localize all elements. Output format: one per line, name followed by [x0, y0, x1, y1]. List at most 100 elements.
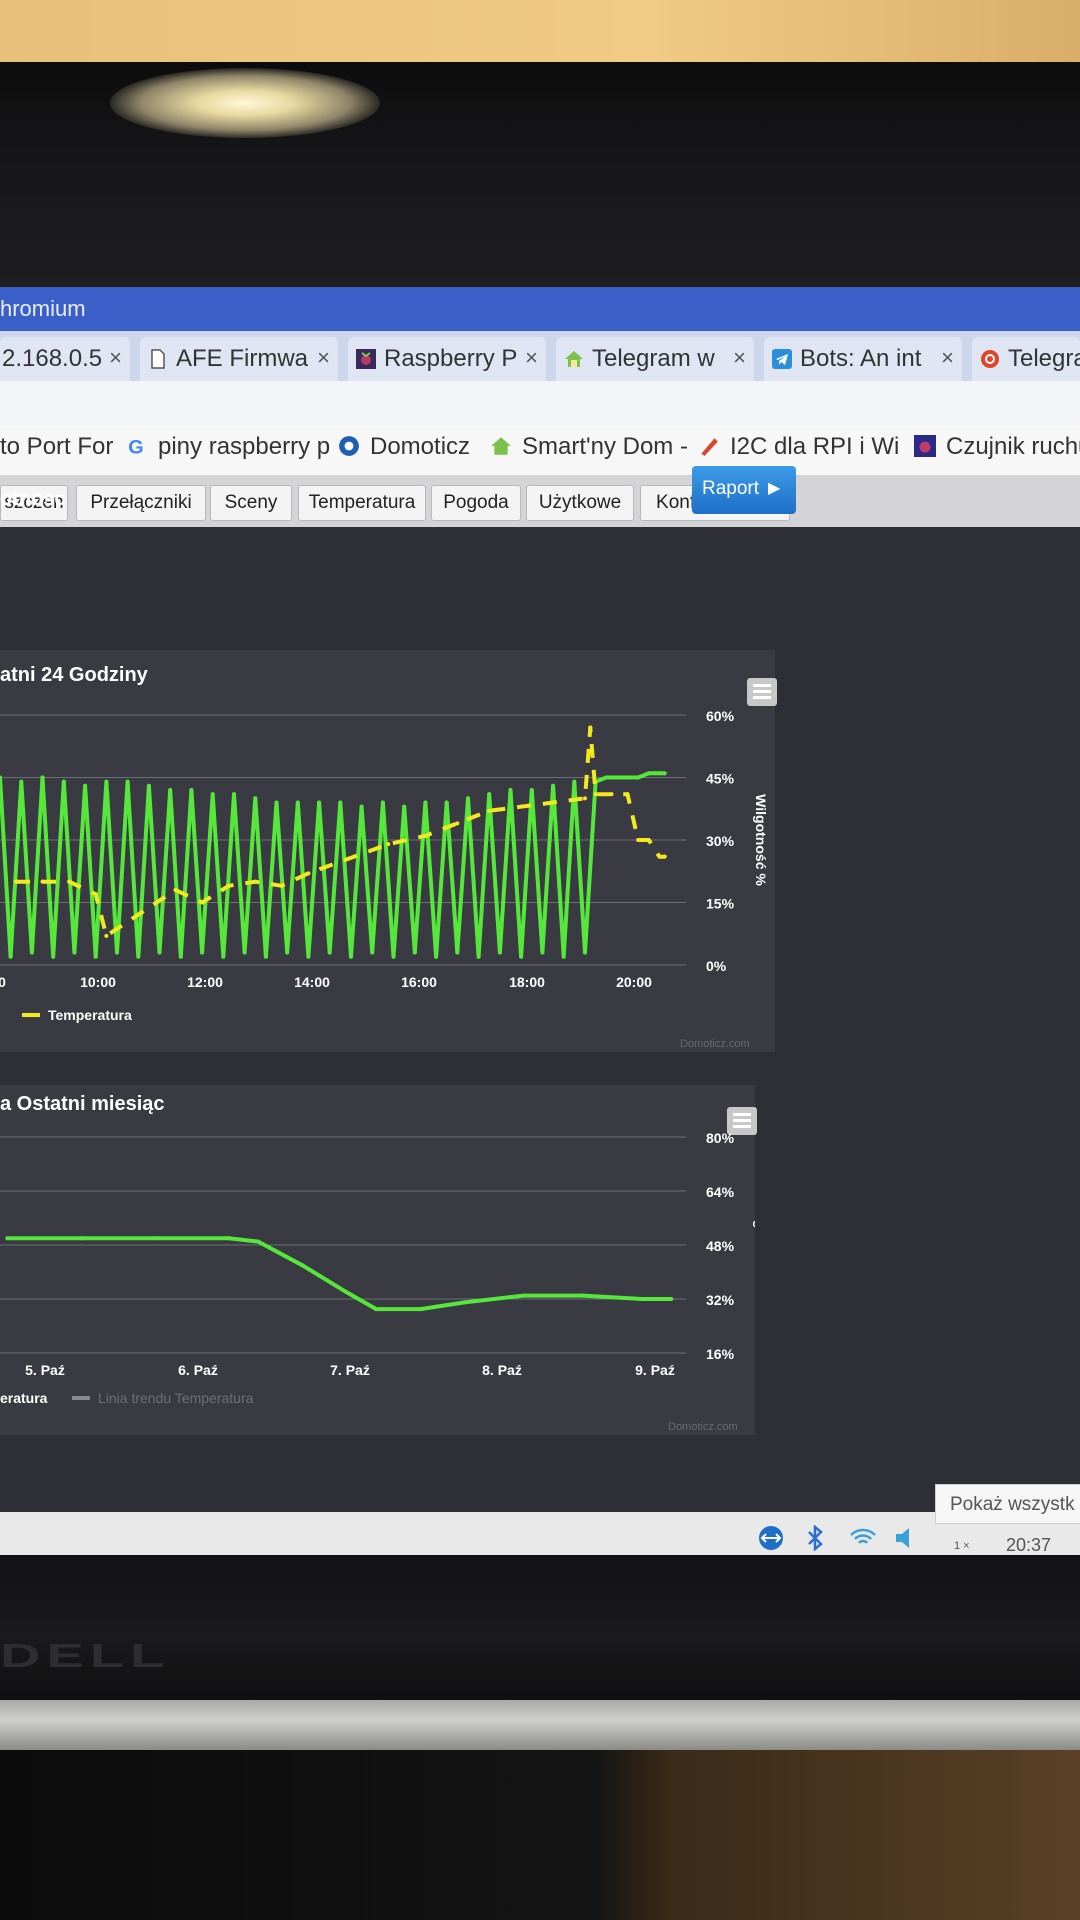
domoticz-nav-bar: szczeń Przełączniki Sceny Temperatura Po… — [0, 475, 1080, 527]
tab-afe-firmware[interactable]: AFE Firmwa × — [140, 337, 338, 381]
data-point — [306, 871, 311, 876]
x-tick-label: 14:00 — [294, 974, 330, 990]
data-point — [391, 954, 396, 959]
nav-label: Pogoda — [443, 492, 509, 513]
bookmark-port-forward[interactable]: to Port For — [0, 433, 113, 461]
data-point — [93, 892, 98, 897]
chart-panel-24h: atni 24 Godziny 60% 45% 30% 15% 0% Wilgotność… — [0, 650, 777, 1052]
tab-label: Telegra — [1008, 345, 1080, 372]
data-point — [317, 800, 322, 805]
nav-label: Sceny — [224, 492, 278, 513]
address-bar[interactable] — [0, 381, 1080, 426]
tab-close-icon[interactable]: × — [733, 345, 746, 371]
wifi-icon[interactable] — [848, 1525, 878, 1551]
tab-close-icon[interactable]: × — [109, 345, 122, 371]
legend-label: eratura — [0, 1390, 48, 1406]
y-tick-label: 48% — [706, 1238, 735, 1254]
bookmark-label: Czujnik ruchu — [946, 433, 1080, 460]
data-point — [79, 1236, 84, 1241]
data-point — [72, 950, 77, 955]
data-point — [374, 1307, 379, 1312]
data-point — [636, 775, 641, 780]
x-tick-label: 5. Paź — [25, 1362, 65, 1378]
chart-credits: Domoticz.com — [680, 1038, 750, 1050]
data-point — [521, 1293, 526, 1298]
monitor-bezel-bottom — [0, 1555, 1080, 1715]
tab-bots[interactable]: Bots: An int × — [764, 337, 962, 381]
volume-icon[interactable] — [892, 1525, 922, 1551]
data-point — [508, 788, 513, 792]
data-point — [455, 821, 460, 826]
x-tick-label: 12:00 — [187, 974, 223, 990]
y-tick-label: 60% — [706, 708, 735, 724]
tab-telegram[interactable]: Telegram w × — [556, 337, 754, 381]
data-point — [386, 842, 391, 847]
data-point — [359, 804, 364, 809]
page-title: otnosc — [0, 488, 66, 510]
tab-close-icon[interactable]: × — [317, 345, 330, 371]
data-point — [519, 954, 524, 959]
data-point — [210, 792, 215, 797]
data-point — [412, 950, 417, 955]
data-point — [173, 888, 178, 892]
nav-temperatura[interactable]: Temperatura — [298, 485, 426, 521]
data-point — [13, 879, 18, 884]
bluetooth-icon[interactable] — [800, 1525, 830, 1551]
bookmark-label: to Port For — [0, 433, 114, 460]
data-point — [19, 779, 24, 784]
tab-raspberry[interactable]: Raspberry P × — [348, 337, 546, 381]
tab-telegram-2[interactable]: Telegra — [972, 337, 1080, 381]
tab-close-icon[interactable]: × — [941, 345, 954, 371]
data-point — [462, 1300, 467, 1305]
data-point — [580, 1293, 585, 1298]
data-point — [344, 1290, 349, 1295]
tab-label: Telegram w — [592, 345, 715, 372]
bookmarks-bar: to Port For Gpiny raspberry p Domoticz S… — [0, 425, 1080, 476]
data-point — [444, 800, 449, 805]
nav-label: Temperatura — [308, 492, 416, 513]
tab-local-ip[interactable]: 2.168.0.5 × — [0, 337, 130, 381]
data-point — [609, 792, 614, 797]
document-icon — [151, 349, 165, 369]
data-point — [263, 954, 268, 959]
data-point — [40, 775, 45, 780]
browser-title-bar: hromium — [0, 287, 1080, 331]
data-point — [657, 854, 662, 859]
data-point — [582, 950, 587, 955]
data-point — [434, 954, 439, 959]
data-point — [231, 792, 236, 797]
y-tick-label: 80% — [706, 1130, 735, 1146]
data-point — [572, 779, 577, 784]
data-point — [104, 933, 109, 938]
bookmark-czujnik-ruchu[interactable]: Czujnik ruchu — [914, 433, 1080, 461]
chart-panel-month: a Ostatni miesiąc 80% 64% 48% 32% 16% Wilgotn… — [0, 1085, 757, 1435]
ceiling-light-reflection — [110, 68, 380, 138]
data-point — [487, 792, 492, 797]
monitor-stand — [0, 1700, 1080, 1750]
data-point — [402, 804, 407, 809]
nav-sceny[interactable]: Sceny — [210, 485, 292, 521]
show-all-button[interactable]: Pokaż wszystk — [935, 1484, 1080, 1524]
x-tick-label: 6. Paź — [178, 1362, 218, 1378]
bookmark-piny-raspberry[interactable]: Gpiny raspberry p — [126, 433, 330, 461]
bookmark-domoticz[interactable]: Domoticz — [338, 433, 470, 461]
tab-label: AFE Firmwa — [176, 345, 308, 372]
bookmark-smartny-dom[interactable]: Smart'ny Dom - — [490, 433, 688, 461]
teamviewer-icon[interactable] — [756, 1525, 786, 1551]
y-tick-label: 15% — [706, 896, 735, 912]
bookmark-i2c[interactable]: I2C dla RPI i Wi — [698, 433, 899, 461]
nav-pogoda[interactable]: Pogoda — [431, 485, 521, 521]
data-point — [61, 779, 66, 784]
data-point — [67, 879, 72, 884]
bookmark-label: I2C dla RPI i Wi — [730, 433, 900, 460]
data-point — [274, 800, 279, 805]
taskbar-clock: 20:37 — [1006, 1535, 1052, 1555]
nav-uzytkowe[interactable]: Użytkowe — [526, 485, 634, 521]
data-point — [370, 950, 375, 955]
data-point — [146, 783, 151, 788]
nav-przelaczniki[interactable]: Przełączniki — [76, 485, 206, 521]
x-tick-label: 0 — [0, 974, 6, 990]
report-button[interactable]: Raport ▶ — [692, 466, 796, 514]
data-point — [497, 950, 502, 955]
tab-close-icon[interactable]: × — [525, 345, 538, 371]
